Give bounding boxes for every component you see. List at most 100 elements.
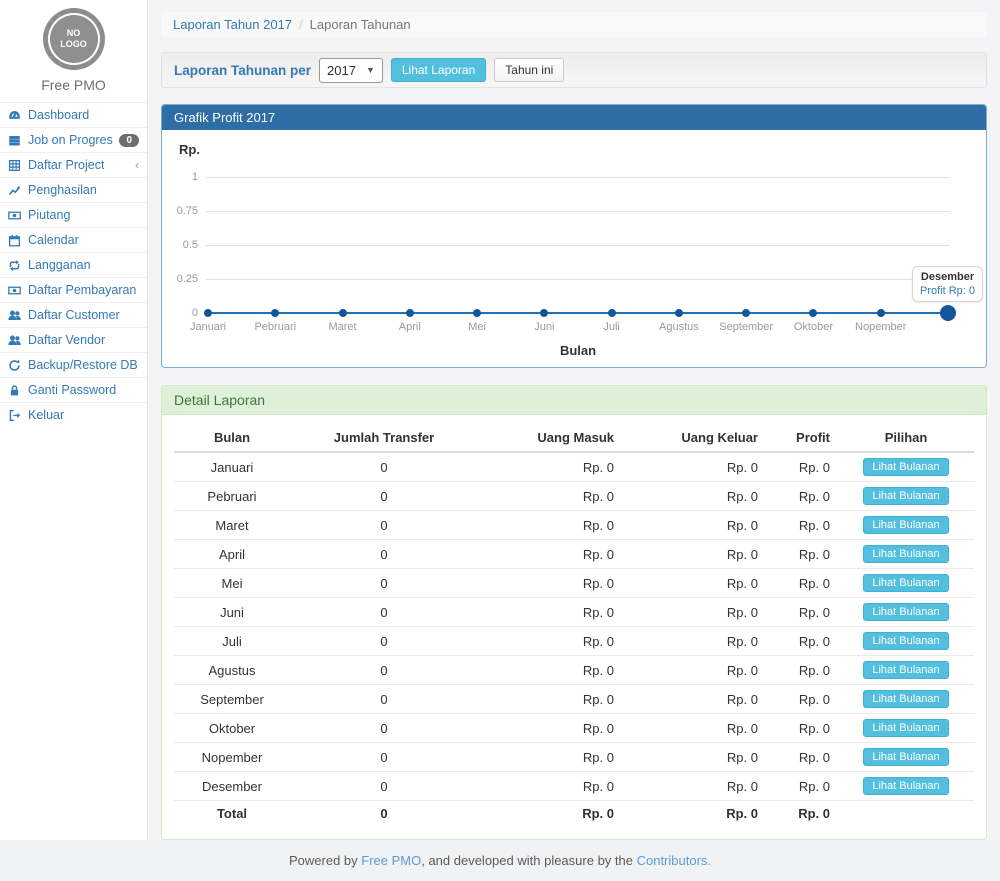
sidebar-item-piutang[interactable]: Piutang [0,202,147,227]
cell-profit: Rp. 0 [766,627,838,656]
data-point-pebruari[interactable] [271,309,279,317]
data-point-september[interactable] [742,309,750,317]
sidebar-item-ganti-password[interactable]: Ganti Password [0,377,147,402]
profit-line-chart: Rp. Desember Profit Rp: 0 Bulan 00.250.5… [162,130,986,367]
view-monthly-button-agustus[interactable]: Lihat Bulanan [863,661,948,679]
view-monthly-button-maret[interactable]: Lihat Bulanan [863,516,948,534]
data-point-maret[interactable] [339,309,347,317]
cell-profit: Rp. 0 [766,714,838,743]
year-select[interactable]: 2017 ▼ [319,58,383,83]
gridline [206,245,950,246]
filter-label: Laporan Tahunan per [174,63,311,78]
gridline [206,211,950,212]
calendar-icon [8,234,22,247]
view-report-button[interactable]: Lihat Laporan [391,58,486,82]
data-point-januari[interactable] [204,309,212,317]
chevron-down-icon: ▼ [366,65,375,75]
cell-bulan: Mei [174,569,290,598]
view-monthly-button-juni[interactable]: Lihat Bulanan [863,603,948,621]
sidebar-item-daftar-customer[interactable]: Daftar Customer [0,302,147,327]
view-monthly-button-mei[interactable]: Lihat Bulanan [863,574,948,592]
job-count-badge: 0 [119,134,139,147]
sidebar-item-label: Daftar Customer [28,308,120,322]
view-monthly-button-desember[interactable]: Lihat Bulanan [863,777,948,795]
sidebar-item-keluar[interactable]: Keluar [0,402,147,427]
sidebar-item-calendar[interactable]: Calendar [0,227,147,252]
data-point-agustus[interactable] [675,309,683,317]
chart-tooltip: Desember Profit Rp: 0 [912,266,983,302]
cell-uang_keluar: Rp. 0 [622,772,766,801]
table-row-juli: Juli0Rp. 0Rp. 0Rp. 0Lihat Bulanan [174,627,974,656]
tooltip-value: Profit Rp: 0 [920,285,975,297]
total-profit: Rp. 0 [766,801,838,827]
cell-profit: Rp. 0 [766,685,838,714]
cell-uang_keluar: Rp. 0 [622,714,766,743]
view-monthly-button-april[interactable]: Lihat Bulanan [863,545,948,563]
cell-uang_masuk: Rp. 0 [478,598,622,627]
cell-jumlah_transfer: 0 [290,743,478,772]
table-row-maret: Maret0Rp. 0Rp. 0Rp. 0Lihat Bulanan [174,511,974,540]
view-monthly-button-nopember[interactable]: Lihat Bulanan [863,748,948,766]
sidebar-item-daftar-vendor[interactable]: Daftar Vendor [0,327,147,352]
table-row-april: April0Rp. 0Rp. 0Rp. 0Lihat Bulanan [174,540,974,569]
cell-profit: Rp. 0 [766,452,838,482]
sidebar-item-label: Daftar Pembayaran [28,283,136,297]
column-header-bulan: Bulan [174,424,290,452]
data-point-juni[interactable] [540,309,548,317]
cell-jumlah_transfer: 0 [290,772,478,801]
column-header-jumlah-transfer: Jumlah Transfer [290,424,478,452]
view-monthly-button-juli[interactable]: Lihat Bulanan [863,632,948,650]
footer-text-middle: , and developed with pleasure by the [421,853,636,868]
view-monthly-button-oktober[interactable]: Lihat Bulanan [863,719,948,737]
view-monthly-button-pebruari[interactable]: Lihat Bulanan [863,487,948,505]
column-header-uang-keluar: Uang Keluar [622,424,766,452]
sidebar-item-dashboard[interactable]: Dashboard [0,102,147,127]
table-row-nopember: Nopember0Rp. 0Rp. 0Rp. 0Lihat Bulanan [174,743,974,772]
sidebar-item-daftar-project[interactable]: Daftar Project‹ [0,152,147,177]
dashboard-icon [8,109,22,122]
cell-bulan: Januari [174,452,290,482]
this-year-button[interactable]: Tahun ini [494,58,564,82]
line-chart-icon [8,184,22,197]
data-point-juli[interactable] [608,309,616,317]
footer-link-free-pmo[interactable]: Free PMO [361,853,421,868]
cell-bulan: Juni [174,598,290,627]
y-tick-label: 1 [162,171,198,183]
footer-link-contributors[interactable]: Contributors. [637,853,711,868]
sidebar-item-backup-restore-db[interactable]: Backup/Restore DB [0,352,147,377]
sidebar-item-label: Job on Progress [28,133,113,147]
view-monthly-button-januari[interactable]: Lihat Bulanan [863,458,948,476]
view-monthly-button-september[interactable]: Lihat Bulanan [863,690,948,708]
data-point-oktober[interactable] [809,309,817,317]
profit-series-line [208,312,948,314]
retweet-icon [8,259,22,272]
sidebar-item-label: Calendar [28,233,79,247]
cell-bulan: Nopember [174,743,290,772]
cell-profit: Rp. 0 [766,569,838,598]
data-point-mei[interactable] [473,309,481,317]
cell-uang_masuk: Rp. 0 [478,511,622,540]
cell-uang_keluar: Rp. 0 [622,452,766,482]
money-icon [8,209,22,222]
sidebar-item-langganan[interactable]: Langganan [0,252,147,277]
cell-bulan: Agustus [174,656,290,685]
sidebar-item-daftar-pembayaran[interactable]: Daftar Pembayaran [0,277,147,302]
sidebar-item-label: Penghasilan [28,183,97,197]
breadcrumb: Laporan Tahun 2017 / Laporan Tahunan [161,12,987,37]
data-point-april[interactable] [406,309,414,317]
breadcrumb-current: Laporan Tahunan [310,17,411,32]
sidebar-item-job-on-progress[interactable]: Job on Progress 0 [0,127,147,152]
cell-uang_masuk: Rp. 0 [478,685,622,714]
total-bulan: Total [174,801,290,827]
main-content: Laporan Tahun 2017 / Laporan Tahunan Lap… [148,0,1000,840]
sidebar-item-label: Ganti Password [28,383,116,397]
breadcrumb-link-laporan-tahun[interactable]: Laporan Tahun 2017 [173,17,292,32]
data-point-desember[interactable] [940,305,956,321]
data-point-nopember[interactable] [877,309,885,317]
y-tick-label: 0.75 [162,205,198,217]
cell-uang_keluar: Rp. 0 [622,511,766,540]
chart-y-axis-label: Rp. [179,142,200,157]
x-tick-label-nopember: Nopember [841,321,921,333]
sidebar-item-penghasilan[interactable]: Penghasilan [0,177,147,202]
sidebar-item-label: Piutang [28,208,70,222]
